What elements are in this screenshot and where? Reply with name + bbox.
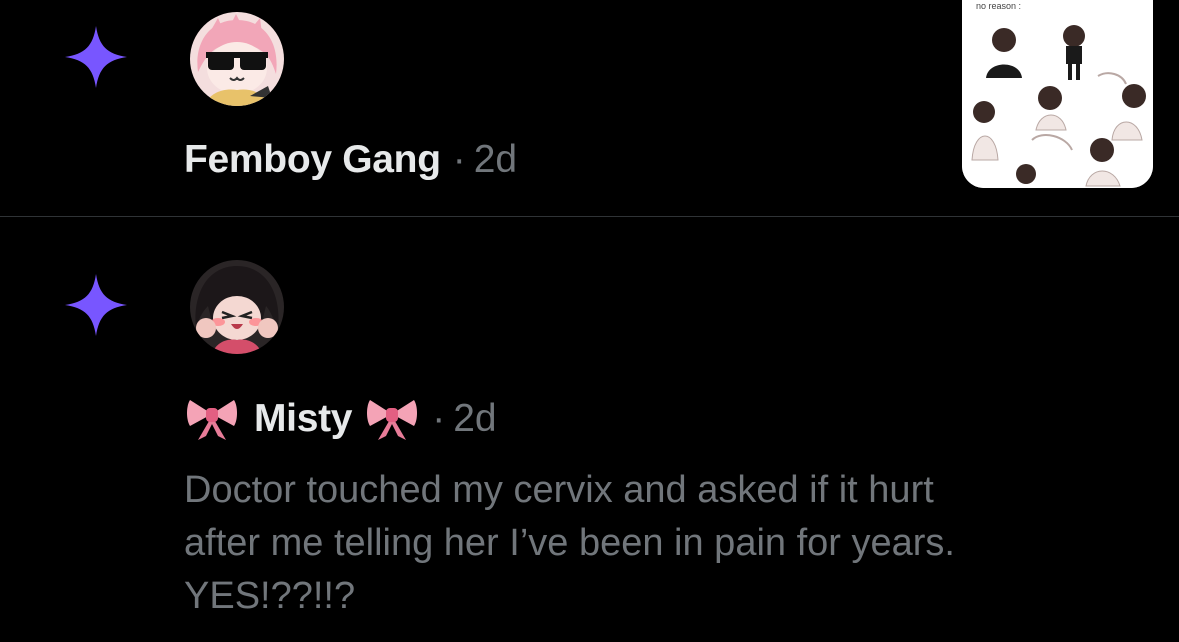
timestamp[interactable]: 2d [453, 396, 496, 442]
divider [0, 216, 1179, 217]
separator-dot: · [432, 397, 446, 440]
display-name[interactable]: Misty [254, 396, 353, 442]
ribbon-emoji-icon [184, 396, 240, 442]
sparkle-icon [59, 268, 133, 342]
separator-dot: · [452, 138, 466, 181]
avatar[interactable] [190, 260, 284, 354]
notification-header: Femboy Gang · 2d [184, 137, 517, 183]
notification-header: Misty · 2d [184, 396, 497, 442]
media-caption: no reason : [976, 1, 1021, 11]
media-thumbnail[interactable]: no reason : [962, 0, 1153, 188]
notification-item[interactable]: Femboy Gang · 2d no reason : [0, 0, 1179, 217]
notification-item[interactable]: Misty · 2d Doctor touched my cervix and … [0, 218, 1179, 642]
display-name[interactable]: Femboy Gang [184, 137, 441, 183]
timestamp[interactable]: 2d [474, 137, 517, 183]
sparkle-icon [59, 20, 133, 94]
ribbon-emoji-icon [364, 396, 420, 442]
post-text[interactable]: Doctor touched my cervix and asked if it… [184, 464, 1144, 623]
avatar[interactable] [190, 12, 284, 106]
